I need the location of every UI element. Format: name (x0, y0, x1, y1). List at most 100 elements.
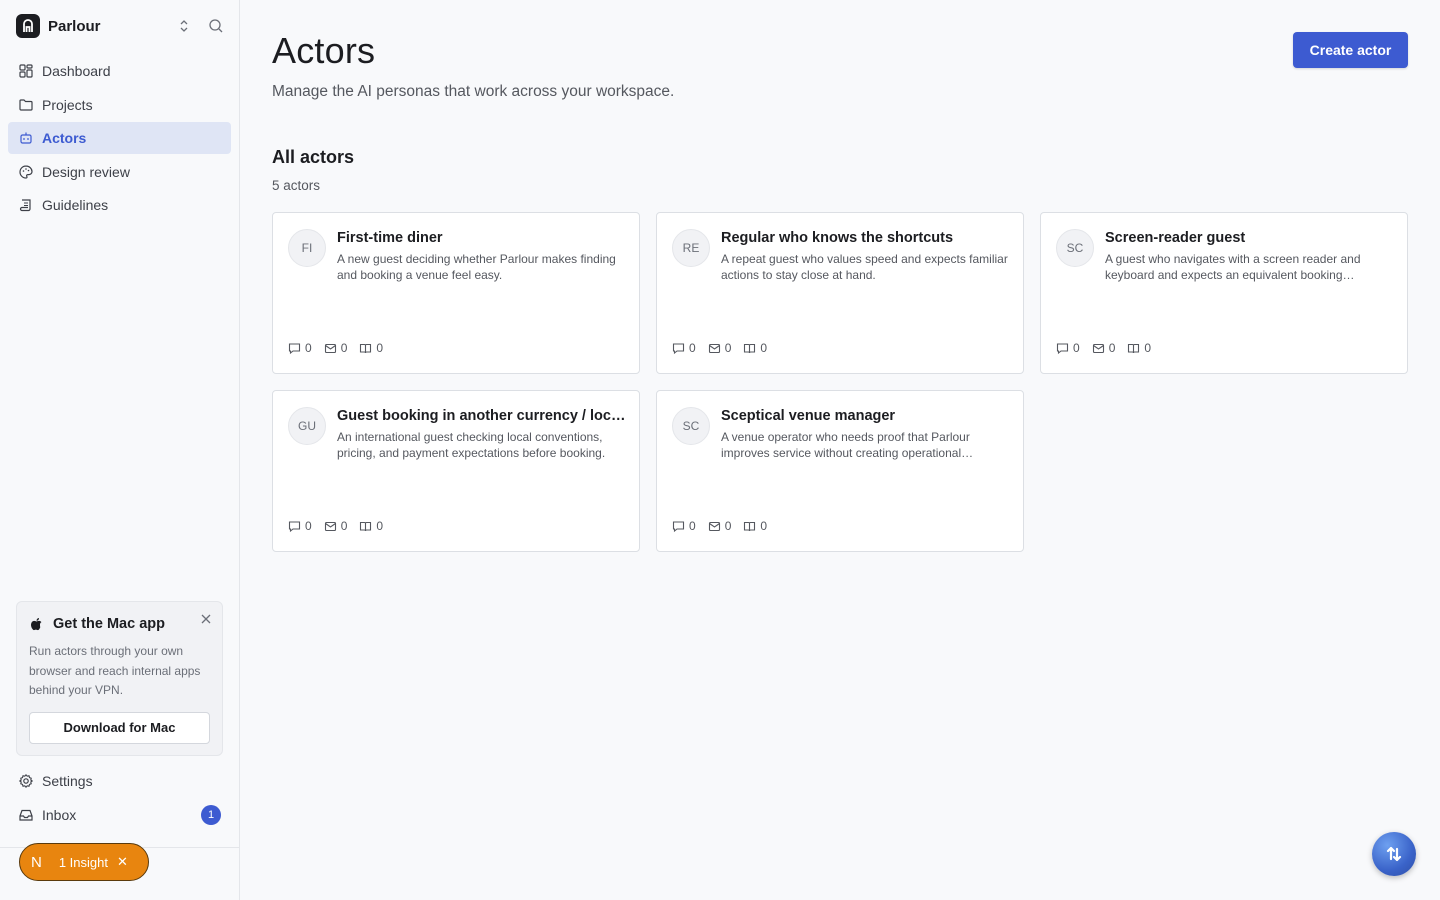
promo-body: Run actors through your own browser and … (29, 644, 201, 697)
mail-icon (708, 521, 720, 531)
sidebar-item-label: Actors (42, 130, 87, 146)
scroll-icon (19, 199, 31, 212)
actor-stats: 0 0 0 (288, 519, 395, 533)
insight-logo-icon: N (31, 853, 42, 871)
actor-name: Sceptical venue manager (721, 408, 896, 424)
actor-name: Regular who knows the shortcuts (721, 230, 954, 246)
messages-count: 0 (340, 341, 348, 355)
sort-arrows-icon (1386, 846, 1402, 862)
comments-stat: 0 (672, 519, 696, 533)
books-count: 0 (376, 519, 384, 533)
books-count: 0 (376, 341, 384, 355)
sidebar-item-actors[interactable]: Actors (8, 122, 231, 154)
comment-icon (672, 342, 685, 354)
sidebar-nav: Dashboard Projects Actors Design review … (8, 55, 231, 223)
sidebar-item-label: Projects (42, 96, 93, 113)
sidebar-item-label: Dashboard (42, 63, 111, 79)
messages-stat: 0 (708, 341, 732, 355)
messages-stat: 0 (324, 341, 348, 355)
comments-count: 0 (689, 519, 696, 533)
avatar: GU (288, 407, 326, 445)
page-title: Actors (272, 30, 376, 71)
inbox-icon (19, 809, 33, 821)
sidebar-item-label: Inbox (42, 806, 77, 823)
comments-stat: 0 (1056, 341, 1080, 355)
avatar: RE (672, 229, 710, 267)
avatar: SC (672, 407, 710, 445)
actor-description: A guest who navigates with a screen read… (1105, 252, 1361, 282)
actor-card[interactable]: FI First-time diner A new guest deciding… (272, 212, 640, 374)
messages-count: 0 (340, 519, 348, 533)
promo-title: Get the Mac app (53, 616, 165, 632)
actor-card[interactable]: SC Screen-reader guest A guest who navig… (1040, 212, 1408, 374)
actor-card[interactable]: GU Guest booking in another currency / l… (272, 390, 640, 552)
inbox-count-badge: 1 (201, 804, 221, 825)
sidebar: Parlour Dashboard Projects Actors Design… (0, 0, 240, 900)
workspace-header[interactable]: Parlour (16, 14, 226, 38)
actor-stats: 0 0 0 (1056, 341, 1163, 355)
mail-icon (708, 343, 720, 353)
mail-icon (324, 521, 336, 531)
robot-icon (20, 132, 32, 144)
books-stat: 0 (359, 341, 383, 355)
actor-description: An international guest checking local co… (337, 430, 606, 460)
actor-stats: 0 0 0 (288, 341, 395, 355)
sidebar-item-design-review[interactable]: Design review (8, 156, 231, 188)
folder-icon (19, 98, 33, 111)
books-count: 0 (760, 519, 768, 533)
actor-card[interactable]: RE Regular who knows the shortcuts A rep… (656, 212, 1024, 374)
page-subtitle: Manage the AI personas that work across … (272, 83, 675, 100)
download-mac-button[interactable]: Download for Mac (29, 711, 210, 744)
book-icon (1128, 343, 1140, 353)
comment-icon (288, 342, 301, 354)
books-count: 0 (1144, 341, 1152, 355)
actor-name: Screen-reader guest (1105, 230, 1246, 246)
main-content: Actors Manage the AI personas that work … (240, 0, 1440, 900)
close-icon[interactable]: ✕ (117, 854, 128, 870)
messages-count: 0 (724, 341, 732, 355)
sidebar-item-settings[interactable]: Settings (8, 765, 231, 797)
mail-icon (1092, 343, 1104, 353)
workspace-logo (16, 14, 40, 38)
comments-stat: 0 (288, 519, 312, 533)
chevron-up-down-icon[interactable] (176, 18, 192, 34)
book-icon (744, 521, 756, 531)
books-stat: 0 (743, 519, 767, 533)
sidebar-item-inbox[interactable]: Inbox 1 (8, 799, 231, 831)
sidebar-item-projects[interactable]: Projects (8, 89, 231, 121)
messages-count: 0 (1108, 341, 1116, 355)
sidebar-item-dashboard[interactable]: Dashboard (8, 55, 231, 87)
messages-count: 0 (724, 519, 732, 533)
comment-icon (672, 520, 685, 532)
section-title: All actors (272, 147, 355, 167)
dashboard-icon (19, 64, 33, 78)
close-icon[interactable] (200, 613, 212, 625)
comments-count: 0 (305, 341, 312, 355)
apple-icon (31, 618, 42, 631)
assistant-fab-button[interactable] (1372, 832, 1416, 876)
workspace-name: Parlour (48, 17, 101, 35)
insight-pill[interactable]: N 1 Insight ✕ (19, 843, 149, 881)
actor-description: A new guest deciding whether Parlour mak… (337, 252, 616, 282)
actor-description: A venue operator who needs proof that Pa… (721, 430, 970, 460)
books-count: 0 (760, 341, 768, 355)
comments-count: 0 (689, 341, 696, 355)
messages-stat: 0 (708, 519, 732, 533)
search-icon[interactable] (208, 18, 224, 34)
messages-stat: 0 (1092, 341, 1116, 355)
comments-count: 0 (305, 519, 312, 533)
sidebar-item-label: Guidelines (42, 197, 109, 213)
mail-icon (324, 343, 336, 353)
books-stat: 0 (359, 519, 383, 533)
comments-stat: 0 (288, 341, 312, 355)
actor-card[interactable]: SC Sceptical venue manager A venue opera… (656, 390, 1024, 552)
palette-icon (19, 164, 33, 179)
sidebar-item-guidelines[interactable]: Guidelines (8, 189, 231, 221)
insight-label: 1 Insight (58, 854, 108, 870)
messages-stat: 0 (324, 519, 348, 533)
sidebar-bottom-nav: Settings Inbox 1 (8, 765, 231, 832)
create-actor-button[interactable]: Create actor (1293, 32, 1408, 68)
comment-icon (288, 520, 301, 532)
comment-icon (1056, 342, 1069, 354)
avatar: FI (288, 229, 326, 267)
